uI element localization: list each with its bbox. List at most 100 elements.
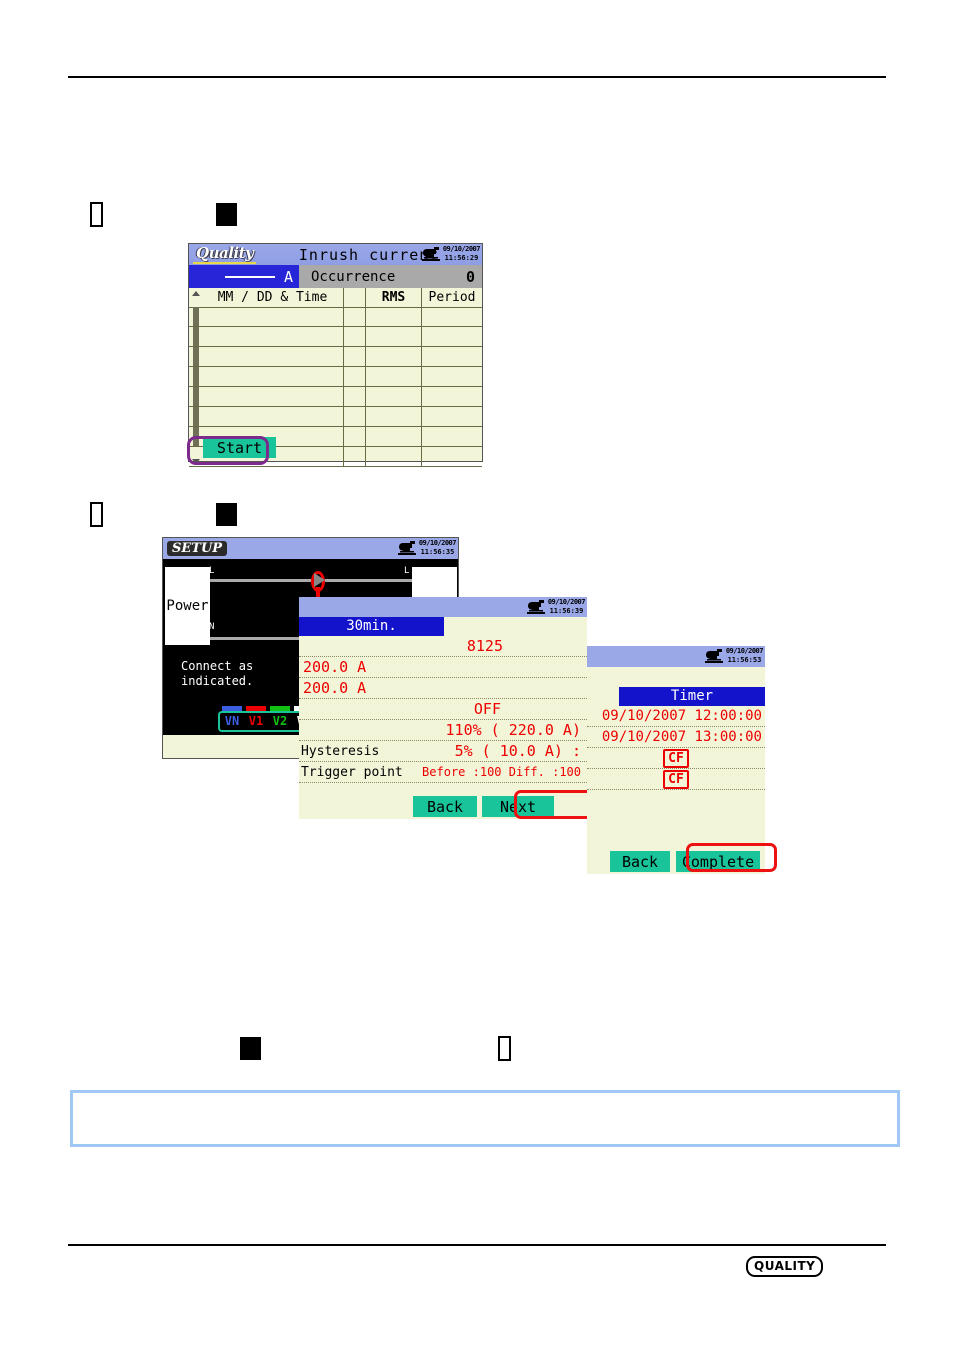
header-rule [68, 76, 886, 78]
column-header-rms: RMS [366, 288, 422, 307]
step-marker-hollow-3 [498, 1036, 511, 1061]
cell-datetime [202, 407, 344, 426]
timer-start-row[interactable]: 09/10/2007 12:00:00 [587, 706, 765, 727]
terminal-v2[interactable]: V2 [268, 706, 292, 730]
scrollbar-thumb[interactable] [193, 347, 199, 366]
scrollbar[interactable] [189, 288, 202, 307]
inrush-datetime: 09/10/2007 11:56:29 [443, 245, 481, 263]
table-row[interactable] [189, 387, 482, 407]
wire-label-l-right: L [404, 566, 410, 576]
setting-row-off[interactable]: OFF [299, 699, 587, 720]
row-gutter [189, 407, 202, 426]
media-badge-cf-1: CF [663, 748, 689, 768]
cell-blank [344, 367, 366, 386]
occurrence-label: Occurrence [311, 268, 396, 285]
cell-rms [366, 307, 422, 326]
timer-media-row-2[interactable]: CF [587, 769, 765, 790]
terminal-vn[interactable]: VN [220, 706, 244, 730]
cell-rms [366, 347, 422, 366]
setting-row-hysteresis[interactable]: Hysteresis 5% ( 10.0 A) : [299, 741, 587, 762]
power-plug-icon [421, 246, 440, 261]
cell-datetime [202, 367, 344, 386]
table-row[interactable] [189, 367, 482, 387]
scroll-up-arrow-icon[interactable] [192, 291, 200, 296]
power-plug-icon [704, 648, 723, 663]
cell-period [422, 387, 482, 406]
timer-stop-row[interactable]: 09/10/2007 13:00:00 [587, 727, 765, 748]
quality-footer-logo: QUALITY [746, 1256, 824, 1277]
timer-band: Timer [619, 687, 765, 706]
timer-time: 11:56:53 [727, 656, 762, 664]
column-header-period: Period [428, 290, 476, 305]
timer-header-status: 09/10/2007 11:56:53 [704, 647, 764, 665]
connect-instruction: Connect as indicated. [181, 659, 254, 688]
scrollbar-thumb[interactable] [193, 307, 199, 326]
setting-row-range-2[interactable]: 200.0 A [299, 678, 587, 699]
row-gutter [189, 327, 202, 346]
footer-rule [68, 1244, 886, 1246]
cell-blank [344, 427, 366, 446]
timer-media-row-1[interactable]: CF [587, 748, 765, 769]
media-badge-cf-2: CF [663, 769, 689, 789]
scrollbar-thumb[interactable] [193, 327, 199, 346]
cell-blank [344, 347, 366, 366]
clamp-direction-arrow-icon [314, 573, 325, 587]
power-source-box: Power [165, 567, 210, 645]
step-marker-filled-3 [240, 1037, 261, 1060]
screen-inrush-current: Quality Inrush current 09/10/2007 11:56:… [188, 243, 483, 467]
timer-datetime: 09/10/2007 11:56:53 [726, 647, 764, 665]
threshold-back-button[interactable]: Back [413, 796, 477, 817]
terminal-label-vn: VN [224, 714, 240, 728]
timer-start-value: 09/10/2007 12:00:00 [601, 708, 762, 724]
row-gutter [189, 347, 202, 366]
setting-value-trigger-point: Before :100 Diff. :100 [422, 765, 581, 779]
setting-label-hysteresis: Hysteresis [301, 743, 380, 759]
table-row[interactable] [189, 307, 482, 327]
setup-time: 11:56:35 [420, 548, 455, 556]
scrollbar-thumb[interactable] [193, 367, 199, 386]
cell-rms [366, 407, 422, 426]
inrush-header-status: 09/10/2007 11:56:29 [421, 245, 481, 263]
screen-timer-settings: 09/10/2007 11:56:53 Timer 09/10/2007 12:… [587, 646, 765, 874]
cell-period [422, 307, 482, 326]
setup-header-status: 09/10/2007 11:56:35 [397, 539, 457, 557]
channel-indicator: A [189, 265, 299, 288]
cell-datetime [202, 387, 344, 406]
interval-band: 30min. [299, 617, 444, 636]
setting-row-trigger-point[interactable]: Trigger point Before :100 Diff. :100 [299, 762, 587, 783]
timer-footer: Back Complete [587, 849, 765, 874]
threshold-time: 11:56:39 [549, 607, 584, 615]
setup-datetime: 09/10/2007 11:56:35 [418, 539, 457, 557]
table-row[interactable] [189, 327, 482, 347]
cell-period [422, 347, 482, 366]
cell-datetime [202, 307, 344, 326]
document-page: Quality Inrush current 09/10/2007 11:56:… [0, 0, 954, 1348]
column-header-datetime: MM / DD & Time [202, 288, 344, 307]
timer-back-button[interactable]: Back [610, 851, 670, 872]
scrollbar-thumb[interactable] [193, 387, 199, 406]
cell-period [422, 407, 482, 426]
setting-row-threshold[interactable]: 110% ( 220.0 A) [299, 720, 587, 741]
terminal-cap-v2 [270, 706, 290, 711]
table-row[interactable] [189, 407, 482, 427]
terminal-v1[interactable]: V1 [244, 706, 268, 730]
setting-row-range-1[interactable]: 200.0 A [299, 657, 587, 678]
threshold-next-button[interactable]: Next [482, 796, 554, 817]
timer-complete-button[interactable]: Complete [676, 851, 760, 872]
step-marker-hollow-2 [90, 502, 103, 527]
setup-date: 09/10/2007 [418, 539, 457, 547]
terminal-cap-v1 [246, 706, 266, 711]
scrollbar-thumb[interactable] [193, 407, 199, 426]
setting-row-count[interactable]: 8125 [299, 636, 587, 657]
threshold-footer: Back Next [299, 794, 587, 819]
cell-blank [344, 447, 366, 466]
power-plug-icon [526, 599, 545, 614]
inrush-table-header: MM / DD & Time RMS Period [189, 288, 482, 308]
inrush-time: 11:56:29 [444, 254, 479, 262]
table-row[interactable] [189, 347, 482, 367]
cell-blank [344, 307, 366, 326]
cell-rms [366, 387, 422, 406]
setting-value-range-1: 200.0 A [303, 658, 367, 676]
cell-rms [366, 367, 422, 386]
cell-datetime [202, 327, 344, 346]
